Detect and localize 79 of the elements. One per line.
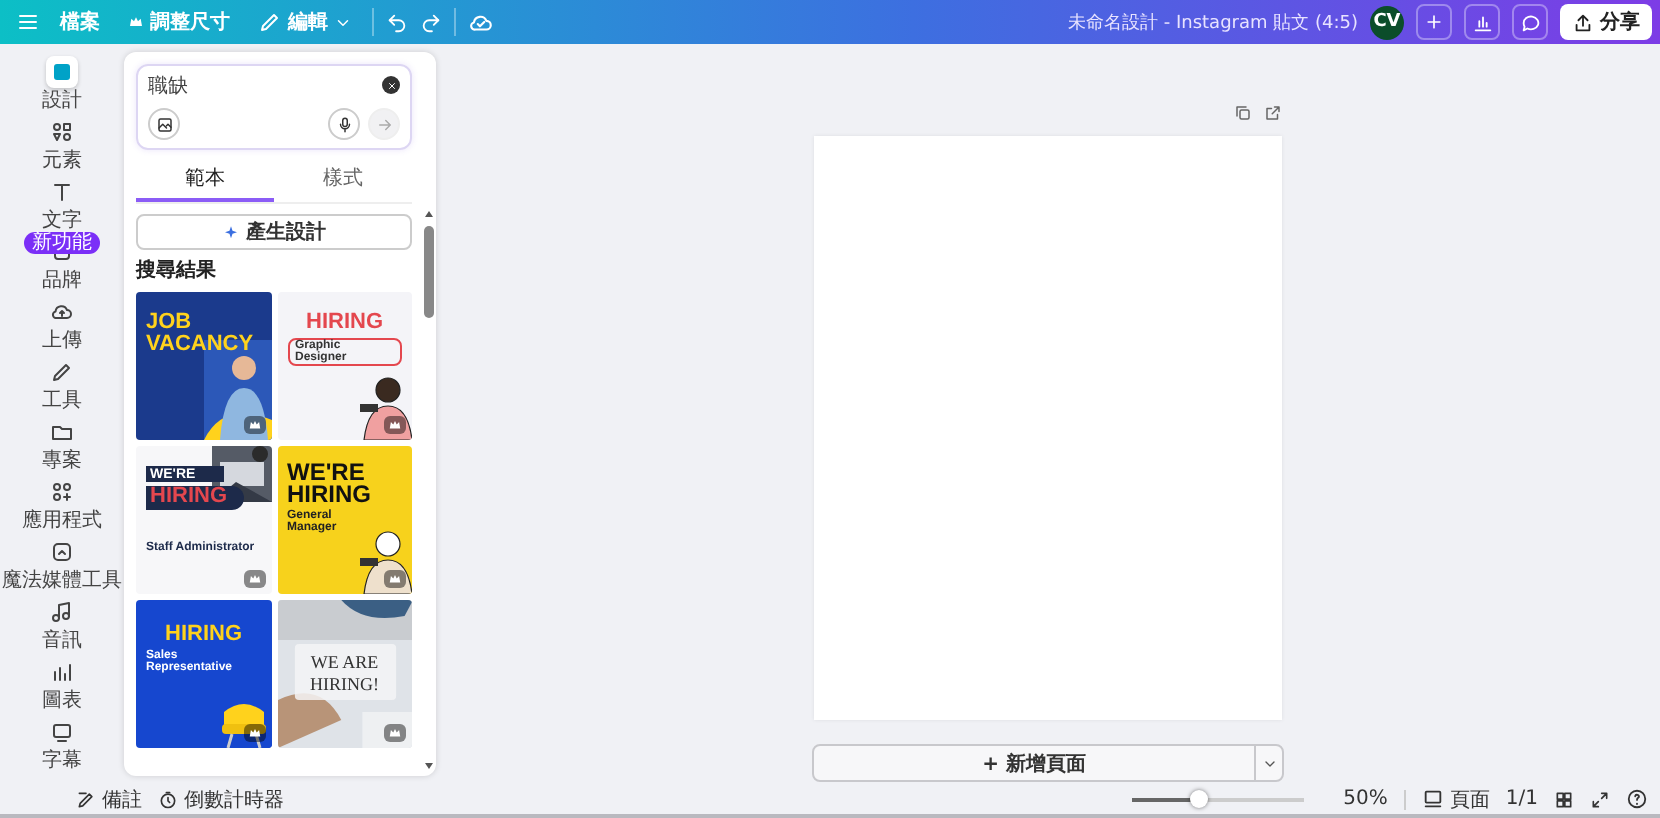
arrow-right-icon	[375, 115, 393, 133]
shapes-icon	[50, 120, 74, 144]
share-out-icon[interactable]	[1264, 104, 1282, 122]
pencil-icon	[258, 10, 282, 34]
slider-thumb[interactable]	[1190, 789, 1209, 807]
text-icon	[50, 180, 74, 204]
sidebar-item[interactable]: 專案	[0, 416, 124, 476]
cloud-upload-icon	[50, 300, 74, 324]
image-upload-button[interactable]	[148, 108, 180, 140]
upload-icon	[1572, 11, 1594, 33]
page-count: 1/1	[1505, 788, 1538, 810]
comment-button[interactable]	[1512, 4, 1548, 40]
sidebar-item[interactable]: 設計	[0, 56, 124, 116]
grid-view-icon[interactable]	[1554, 789, 1574, 809]
tab[interactable]: 範本	[136, 160, 274, 202]
document-title[interactable]: 未命名設計 - Instagram 貼文 (4:5)	[1068, 9, 1358, 35]
timer-button[interactable]: 倒數計時器	[158, 785, 284, 813]
crown-icon	[128, 14, 144, 30]
crown-icon	[247, 572, 261, 586]
crown-icon	[388, 418, 402, 432]
undo-icon[interactable]	[386, 11, 408, 33]
speech-bubble-icon	[1519, 11, 1541, 33]
close-icon	[385, 79, 397, 91]
sidebar-item[interactable]: 圖表	[0, 656, 124, 716]
stopwatch-icon	[158, 789, 178, 809]
template-headline: WE ARE HIRING!	[308, 652, 381, 696]
pages-button[interactable]: 頁面	[1421, 785, 1490, 813]
sidebar-item[interactable]: 新功能 品牌	[0, 236, 124, 296]
search-field[interactable]: 職缺	[148, 74, 328, 96]
microphone-button[interactable]	[328, 108, 360, 140]
share-button[interactable]: 分享	[1560, 4, 1652, 40]
scrollbar-thumb[interactable]	[423, 226, 433, 318]
add-button[interactable]	[1416, 4, 1452, 40]
notes-button[interactable]: 備註	[76, 785, 142, 813]
sidebar-item[interactable]: 上傳	[0, 296, 124, 356]
microphone-icon	[335, 115, 353, 133]
template-card[interactable]: WE ARE HIRING!	[277, 600, 412, 748]
section-heading: 搜尋結果	[136, 260, 218, 282]
template-headline: WE'RE HIRING	[287, 462, 373, 506]
sidebar-item[interactable]: 魔法媒體工具	[0, 536, 124, 596]
tab[interactable]: 樣式	[274, 160, 412, 202]
pages-icon	[1421, 788, 1444, 810]
crown-icon	[388, 726, 402, 740]
sparkle-icon	[222, 223, 240, 241]
scroll-down-icon[interactable]	[421, 760, 435, 772]
help-icon[interactable]	[1626, 788, 1648, 810]
folder-icon	[50, 420, 74, 444]
user-avatar[interactable]: CV	[1370, 5, 1404, 39]
image-icon	[155, 115, 173, 133]
clear-button[interactable]	[382, 76, 400, 94]
template-headline: JOB VACANCY	[146, 312, 256, 356]
scroll-up-icon[interactable]	[421, 208, 435, 220]
apps-icon	[50, 480, 74, 504]
monitor-icon	[50, 720, 74, 744]
notes-icon	[76, 789, 96, 809]
sidebar-item[interactable]: 音訊	[0, 596, 124, 656]
sidebar-item[interactable]: 字幕	[0, 716, 124, 776]
crown-icon	[247, 418, 261, 432]
redo-icon[interactable]	[420, 11, 442, 33]
generate-design-button[interactable]: 產生設計	[136, 214, 412, 250]
duplicate-icon[interactable]	[1234, 104, 1252, 122]
bar-chart-icon	[50, 660, 74, 684]
fullscreen-icon[interactable]	[1590, 789, 1610, 809]
plus-icon	[1424, 12, 1444, 32]
sidebar-item[interactable]: 應用程式	[0, 476, 124, 536]
bar-chart-icon	[1471, 11, 1493, 33]
new-badge: 新功能	[24, 232, 100, 254]
template-headline: HIRING	[165, 624, 242, 646]
pencil-icon	[50, 360, 74, 384]
crown-icon	[247, 726, 261, 740]
template-card[interactable]: JOB VACANCY	[136, 292, 271, 440]
analytics-button[interactable]	[1464, 4, 1500, 40]
template-headline: HIRING	[306, 312, 383, 334]
zoom-reading: 50%	[1343, 788, 1388, 810]
sidebar-item[interactable]: 工具	[0, 356, 124, 416]
sidebar-item[interactable]: 元素	[0, 116, 124, 176]
template-headline: HIRING	[146, 486, 243, 510]
music-note-icon	[50, 600, 74, 624]
crown-icon	[388, 572, 402, 586]
